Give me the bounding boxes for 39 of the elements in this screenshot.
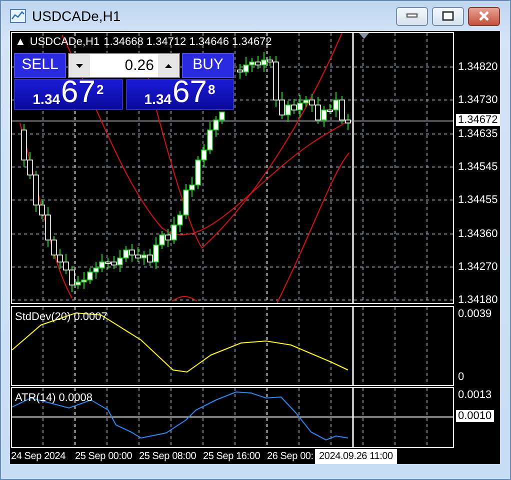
indicator-scale-label: 0.0013 <box>458 389 492 401</box>
price-fraction: 8 <box>208 81 216 99</box>
band-line <box>172 296 198 302</box>
price-label: 1.34635 <box>458 128 498 140</box>
indicator-level-label: 0.0010 <box>456 410 494 422</box>
close-icon <box>478 11 490 21</box>
window-title: USDCADe,H1 <box>32 6 121 26</box>
maximize-icon <box>442 11 454 21</box>
buy-button[interactable]: BUY <box>182 53 234 78</box>
shift-marker-icon[interactable] <box>359 33 369 39</box>
price-fraction: 2 <box>96 81 104 99</box>
time-label: 25 Sep 00:00 <box>75 450 132 464</box>
sell-button[interactable]: SELL <box>14 53 66 78</box>
indicator-scale-label: 0 <box>458 371 464 383</box>
time-label: 24 Sep 2024 <box>11 450 66 464</box>
time-label: 25 Sep 16:00 <box>203 450 260 464</box>
price-label: 1.34820 <box>458 61 498 73</box>
time-label: 25 Sep 08:00 <box>139 450 196 464</box>
price-label: 1.34545 <box>458 161 498 173</box>
minimize-icon <box>406 13 418 19</box>
price-label: 1.34455 <box>458 194 498 206</box>
price-label: 1.34360 <box>458 228 498 240</box>
ohlc-values: 1.34668 1.34712 1.34646 1.34672 <box>104 35 272 50</box>
price-label: 1.34180 <box>458 294 498 306</box>
price-pips: 67 <box>61 77 96 107</box>
price-prefix: 1.34 <box>32 91 60 107</box>
cursor-time-label: 2024.09.26 11:00 <box>315 449 397 464</box>
indicator-scale-label: 0.0039 <box>458 308 492 320</box>
close-button[interactable] <box>468 6 500 26</box>
price-label: 1.34270 <box>458 261 498 273</box>
chart-window-icon <box>10 9 26 23</box>
maximize-button[interactable] <box>432 6 464 26</box>
time-label: 26 Sep 00: <box>267 450 314 464</box>
minimize-button[interactable] <box>396 6 428 26</box>
price-pips: 67 <box>172 77 207 107</box>
collapse-toggle[interactable]: ▲ <box>15 34 26 50</box>
price-label: 1.34730 <box>458 94 498 106</box>
price-prefix: 1.34 <box>144 91 172 107</box>
current-price-label: 1.34672 <box>456 114 500 126</box>
